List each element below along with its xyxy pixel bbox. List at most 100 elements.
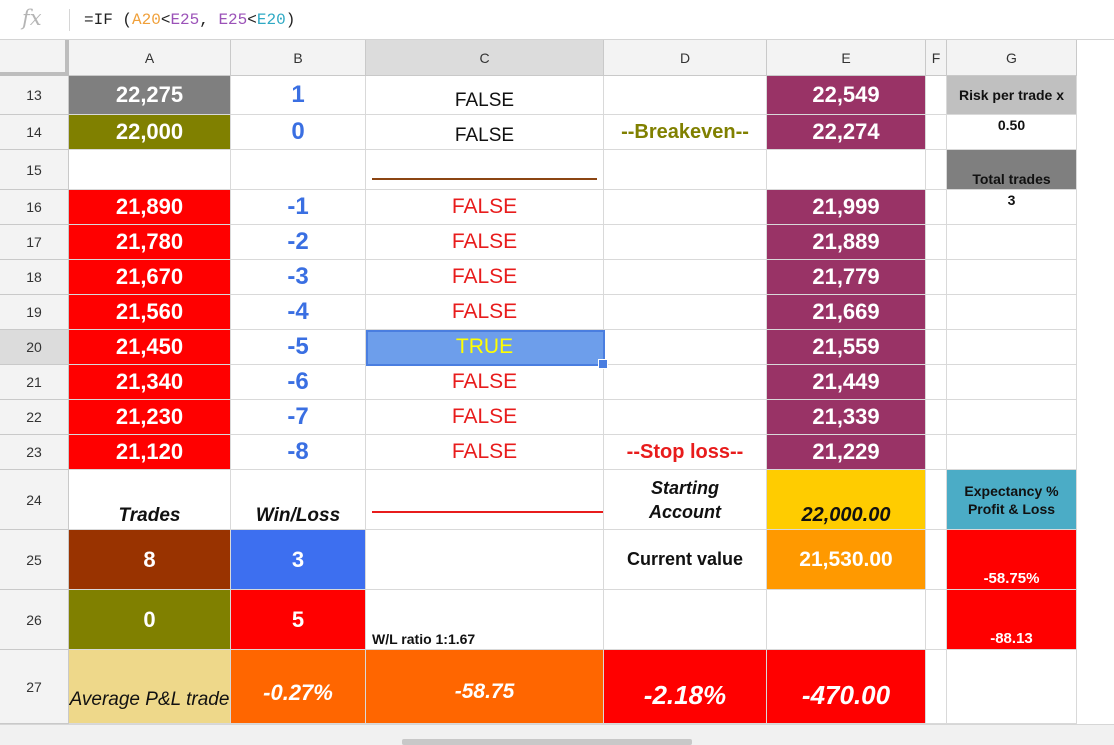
row-header-22[interactable]: 22	[0, 400, 69, 435]
cell-b13[interactable]: 1	[231, 76, 366, 115]
cell-b14[interactable]: 0	[231, 115, 366, 150]
cell-d22[interactable]	[604, 400, 767, 435]
cell-c17[interactable]: FALSE	[366, 225, 604, 260]
cell-e13[interactable]: 22,549	[767, 76, 926, 115]
row-header-21[interactable]: 21	[0, 365, 69, 400]
row-header-19[interactable]: 19	[0, 295, 69, 330]
cell-c20[interactable]: TRUE	[366, 330, 604, 365]
cell-a26[interactable]: 0	[69, 590, 231, 650]
cell-f14[interactable]	[926, 115, 947, 150]
cell-c24[interactable]	[366, 470, 604, 530]
cell-a21[interactable]: 21,340	[69, 365, 231, 400]
cell-g17[interactable]	[947, 225, 1077, 260]
cell-g16[interactable]: 3	[947, 190, 1077, 225]
row-header-26[interactable]: 26	[0, 590, 69, 650]
cell-f13[interactable]	[926, 76, 947, 115]
cell-g26[interactable]: -88.13	[947, 590, 1077, 650]
cell-c26[interactable]: W/L ratio 1:1.67	[366, 590, 604, 650]
cell-a25[interactable]: 8	[69, 530, 231, 590]
cell-f19[interactable]	[926, 295, 947, 330]
column-header-g[interactable]: G	[947, 40, 1077, 76]
cell-a18[interactable]: 21,670	[69, 260, 231, 295]
cell-a27[interactable]: Average P&L trade	[69, 650, 231, 724]
cell-a13[interactable]: 22,275	[69, 76, 231, 115]
cell-f15[interactable]	[926, 150, 947, 190]
cell-g23[interactable]	[947, 435, 1077, 470]
row-header-25[interactable]: 25	[0, 530, 69, 590]
cell-g27[interactable]	[947, 650, 1077, 724]
cell-c16[interactable]: FALSE	[366, 190, 604, 225]
cell-e22[interactable]: 21,339	[767, 400, 926, 435]
cell-b18[interactable]: -3	[231, 260, 366, 295]
horizontal-scrollbar-thumb[interactable]	[402, 739, 692, 745]
cell-b23[interactable]: -8	[231, 435, 366, 470]
cell-d21[interactable]	[604, 365, 767, 400]
cell-e16[interactable]: 21,999	[767, 190, 926, 225]
cell-a22[interactable]: 21,230	[69, 400, 231, 435]
cell-d17[interactable]	[604, 225, 767, 260]
cell-e26[interactable]	[767, 590, 926, 650]
column-header-d[interactable]: D	[604, 40, 767, 76]
cell-f17[interactable]	[926, 225, 947, 260]
cell-g14[interactable]: 0.50	[947, 115, 1077, 150]
cell-b21[interactable]: -6	[231, 365, 366, 400]
cell-c15[interactable]	[366, 150, 604, 190]
cell-e21[interactable]: 21,449	[767, 365, 926, 400]
cell-d16[interactable]	[604, 190, 767, 225]
row-header-20[interactable]: 20	[0, 330, 69, 365]
cell-e19[interactable]: 21,669	[767, 295, 926, 330]
cell-d24[interactable]: Starting Account	[604, 470, 767, 530]
row-header-27[interactable]: 27	[0, 650, 69, 724]
cell-a23[interactable]: 21,120	[69, 435, 231, 470]
cell-b16[interactable]: -1	[231, 190, 366, 225]
cell-a14[interactable]: 22,000	[69, 115, 231, 150]
cell-b25[interactable]: 3	[231, 530, 366, 590]
cell-a15[interactable]	[69, 150, 231, 190]
cell-f27[interactable]	[926, 650, 947, 724]
cell-c21[interactable]: FALSE	[366, 365, 604, 400]
cell-a24[interactable]: Trades	[69, 470, 231, 530]
row-header-15[interactable]: 15	[0, 150, 69, 190]
cell-d25[interactable]: Current value	[604, 530, 767, 590]
cell-f26[interactable]	[926, 590, 947, 650]
cell-c22[interactable]: FALSE	[366, 400, 604, 435]
cell-d18[interactable]	[604, 260, 767, 295]
cell-g15[interactable]: Total trades	[947, 150, 1077, 190]
cell-d27[interactable]: -2.18%	[604, 650, 767, 724]
cell-b20[interactable]: -5	[231, 330, 366, 365]
cell-d26[interactable]	[604, 590, 767, 650]
cell-g22[interactable]	[947, 400, 1077, 435]
cell-g20[interactable]	[947, 330, 1077, 365]
cell-e17[interactable]: 21,889	[767, 225, 926, 260]
cell-c14[interactable]: FALSE	[366, 115, 604, 150]
cell-a19[interactable]: 21,560	[69, 295, 231, 330]
cell-f24[interactable]	[926, 470, 947, 530]
cell-d19[interactable]	[604, 295, 767, 330]
cell-g13[interactable]: Risk per trade x	[947, 76, 1077, 115]
cell-b26[interactable]: 5	[231, 590, 366, 650]
cell-f25[interactable]	[926, 530, 947, 590]
cell-f18[interactable]	[926, 260, 947, 295]
cell-b15[interactable]	[231, 150, 366, 190]
cell-b22[interactable]: -7	[231, 400, 366, 435]
cell-d14[interactable]: --Breakeven--	[604, 115, 767, 150]
cell-g18[interactable]	[947, 260, 1077, 295]
cell-e27[interactable]: -470.00	[767, 650, 926, 724]
column-header-c[interactable]: C	[366, 40, 604, 76]
cell-d23[interactable]: --Stop loss--	[604, 435, 767, 470]
cell-e15[interactable]	[767, 150, 926, 190]
cell-c13[interactable]: FALSE	[366, 76, 604, 115]
row-header-14[interactable]: 14	[0, 115, 69, 150]
cell-g25[interactable]: -58.75%	[947, 530, 1077, 590]
cell-a17[interactable]: 21,780	[69, 225, 231, 260]
fill-handle[interactable]	[598, 359, 608, 369]
select-all-corner[interactable]	[0, 40, 69, 76]
row-header-17[interactable]: 17	[0, 225, 69, 260]
cell-e18[interactable]: 21,779	[767, 260, 926, 295]
cell-g21[interactable]	[947, 365, 1077, 400]
cell-f23[interactable]	[926, 435, 947, 470]
cell-e25[interactable]: 21,530.00	[767, 530, 926, 590]
row-header-23[interactable]: 23	[0, 435, 69, 470]
column-header-a[interactable]: A	[69, 40, 231, 76]
cell-g24[interactable]: Expectancy % Profit & Loss	[947, 470, 1077, 530]
